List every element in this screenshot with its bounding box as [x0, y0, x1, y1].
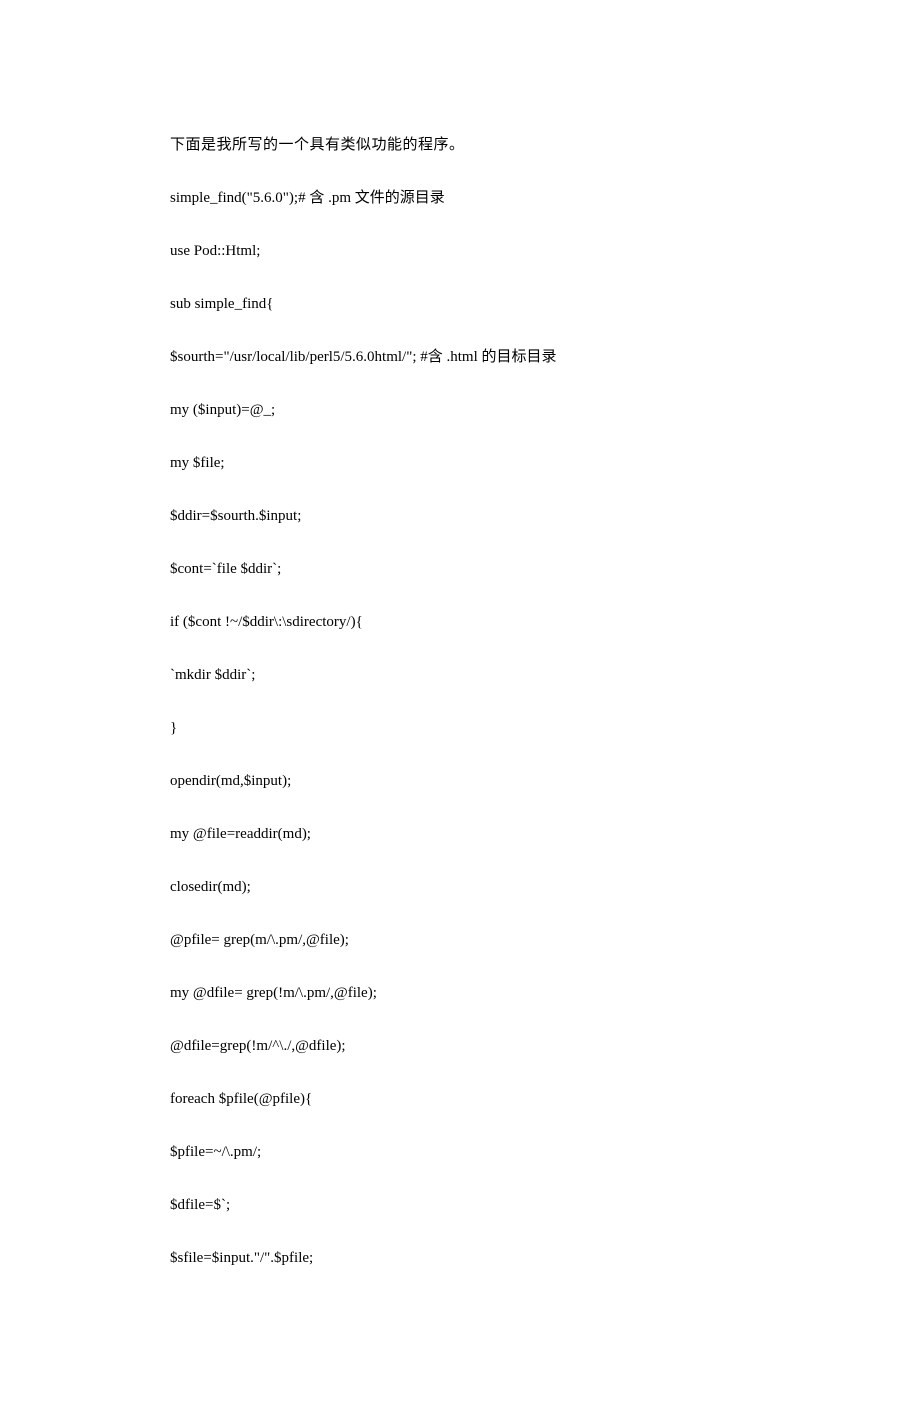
code-line: my $file; — [170, 453, 750, 474]
code-line: $dfile=$`; — [170, 1195, 750, 1216]
code-line: `mkdir $ddir`; — [170, 665, 750, 686]
code-line: use Pod::Html; — [170, 241, 750, 262]
code-line: $sfile=$input."/".$pfile; — [170, 1248, 750, 1269]
code-line: closedir(md); — [170, 877, 750, 898]
intro-text: 下面是我所写的一个具有类似功能的程序。 — [170, 135, 750, 156]
code-line: my @file=readdir(md); — [170, 824, 750, 845]
code-line: $ddir=$sourth.$input; — [170, 506, 750, 527]
code-line: sub simple_find{ — [170, 294, 750, 315]
code-line: @pfile= grep(m/\.pm/,@file); — [170, 930, 750, 951]
code-line: $pfile=~/\.pm/; — [170, 1142, 750, 1163]
code-line: foreach $pfile(@pfile){ — [170, 1089, 750, 1110]
code-line: opendir(md,$input); — [170, 771, 750, 792]
code-line: simple_find("5.6.0");# 含 .pm 文件的源目录 — [170, 188, 750, 209]
document-content: 下面是我所写的一个具有类似功能的程序。 simple_find("5.6.0")… — [170, 135, 750, 1269]
code-line: } — [170, 718, 750, 739]
code-line: @dfile=grep(!m/^\./,@dfile); — [170, 1036, 750, 1057]
code-line: $cont=`file $ddir`; — [170, 559, 750, 580]
code-line: my @dfile= grep(!m/\.pm/,@file); — [170, 983, 750, 1004]
code-line: my ($input)=@_; — [170, 400, 750, 421]
code-line: $sourth="/usr/local/lib/perl5/5.6.0html/… — [170, 347, 750, 368]
code-line: if ($cont !~/$ddir\:\sdirectory/){ — [170, 612, 750, 633]
